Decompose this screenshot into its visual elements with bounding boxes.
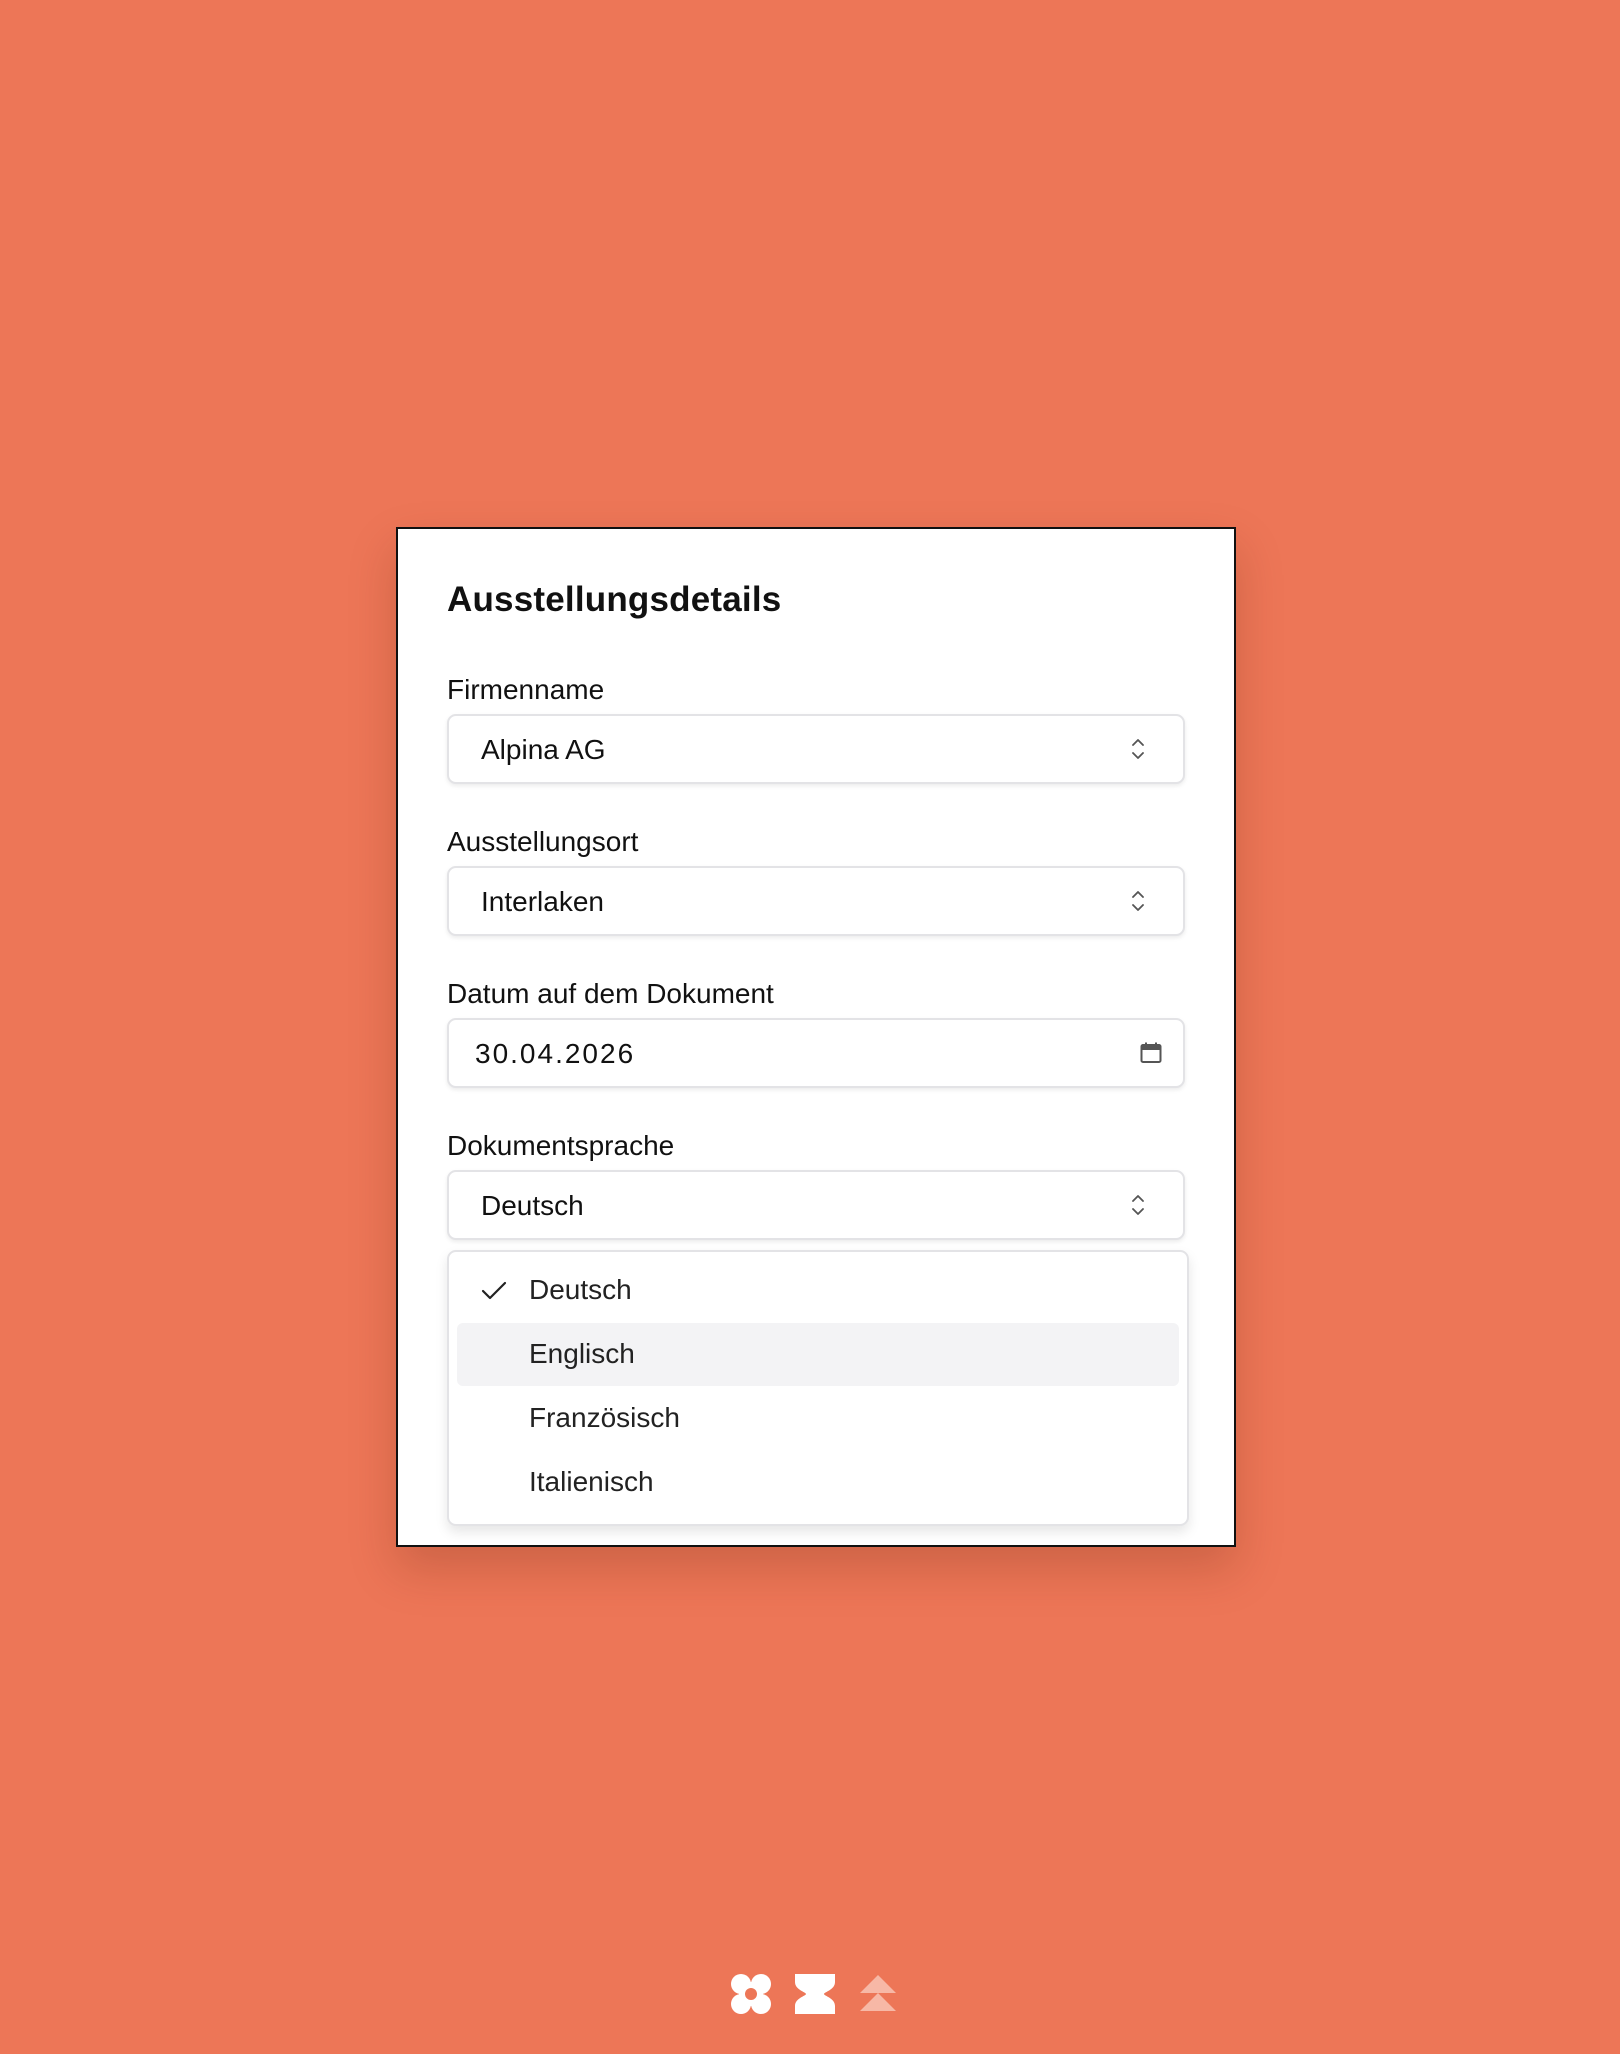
company-name-select[interactable]: Alpina AG (447, 714, 1185, 784)
language-option-label: Englisch (529, 1338, 635, 1369)
hourglass-logo-icon (795, 1974, 835, 2014)
document-date-value: 30.04.2026 (475, 1038, 636, 1069)
language-option-label: Deutsch (529, 1274, 632, 1305)
issuance-details-card: Ausstellungsdetails Firmenname Alpina AG… (396, 527, 1236, 1547)
language-option-franzoesisch[interactable]: Französisch (457, 1387, 1179, 1450)
chevron-stack-logo-icon (860, 1975, 896, 2011)
chevron-up-down-icon (1132, 739, 1144, 759)
calendar-icon[interactable] (1139, 1041, 1163, 1065)
language-option-label: Italienisch (529, 1466, 654, 1497)
issue-location-label: Ausstellungsort (447, 826, 639, 857)
flower-logo-icon (731, 1974, 771, 2014)
document-language-select[interactable]: Deutsch (447, 1170, 1185, 1240)
language-option-deutsch[interactable]: Deutsch (457, 1259, 1179, 1322)
document-date-label: Datum auf dem Dokument (447, 978, 774, 1009)
document-date-input[interactable]: 30.04.2026 (447, 1018, 1185, 1088)
language-option-italienisch[interactable]: Italienisch (457, 1451, 1179, 1514)
page-background: { "card": { "title": "Ausstellungsdetail… (0, 0, 1620, 2054)
language-dropdown-list: Deutsch Englisch Französisch Italienisch (447, 1250, 1189, 1526)
chevron-up-down-icon (1132, 891, 1144, 911)
checkmark-icon (481, 1281, 507, 1300)
document-language-value: Deutsch (481, 1190, 584, 1221)
document-language-label: Dokumentsprache (447, 1130, 675, 1161)
company-name-value: Alpina AG (481, 734, 606, 765)
language-option-label: Französisch (529, 1402, 680, 1433)
company-name-label: Firmenname (447, 674, 605, 705)
card-title: Ausstellungsdetails (447, 580, 782, 619)
language-option-englisch[interactable]: Englisch (457, 1323, 1179, 1386)
issue-location-select[interactable]: Interlaken (447, 866, 1185, 936)
chevron-up-down-icon (1132, 1195, 1144, 1215)
issue-location-value: Interlaken (481, 886, 604, 917)
